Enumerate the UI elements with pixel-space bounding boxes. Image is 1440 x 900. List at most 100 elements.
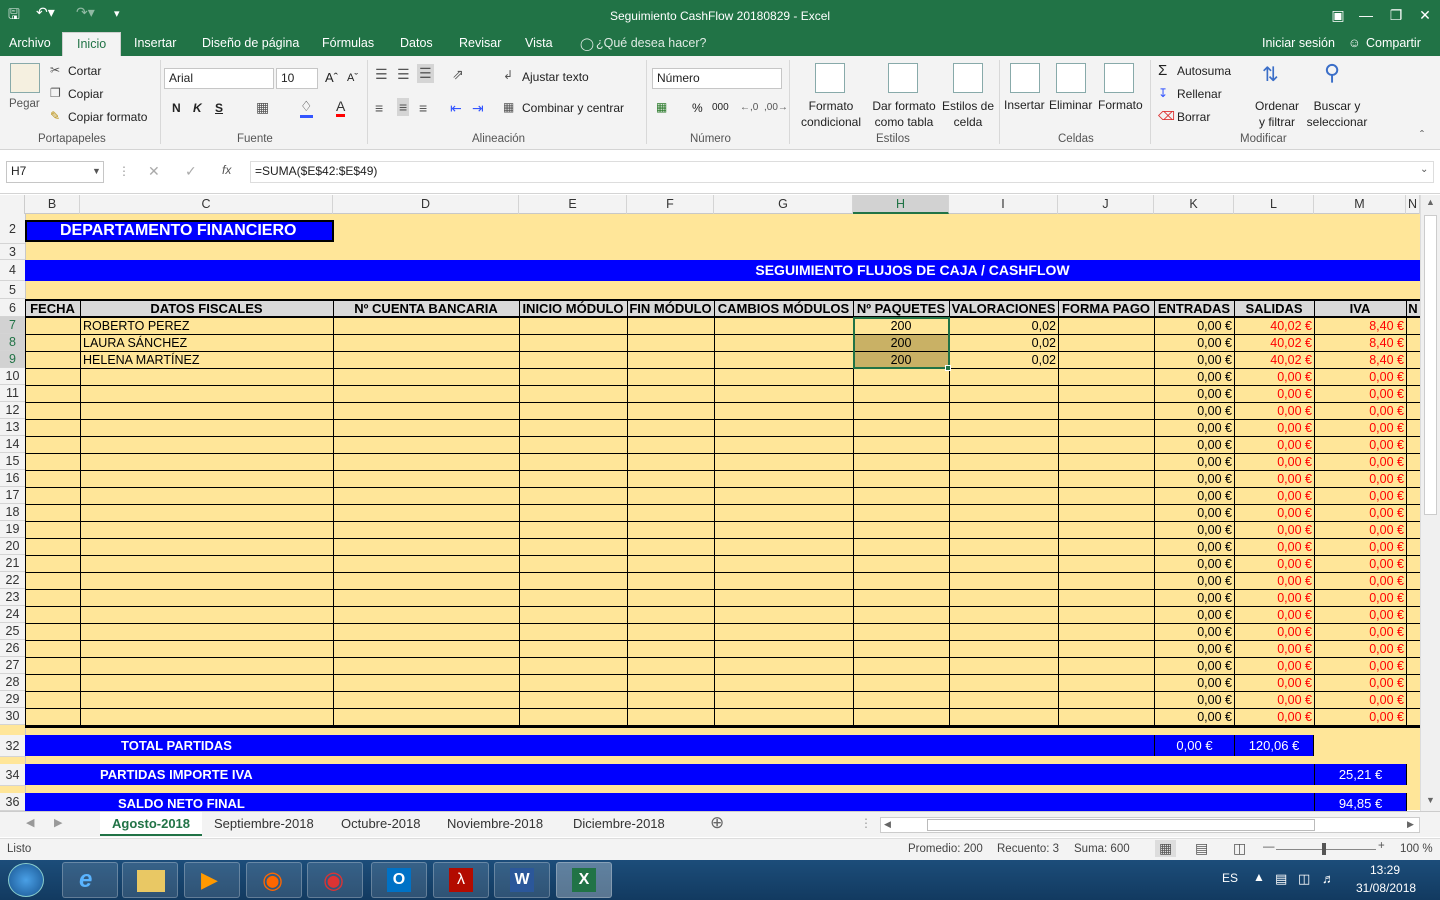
- number-format-select[interactable]: Número: [652, 68, 782, 89]
- cell-styles-button[interactable]: Estilos de celda: [940, 98, 996, 130]
- scroll-left-icon[interactable]: ◀: [884, 819, 891, 830]
- wrap-text-icon[interactable]: ↲: [503, 68, 513, 82]
- wrap-text-button[interactable]: Ajustar texto: [522, 70, 589, 84]
- align-top-icon[interactable]: ☰: [375, 66, 388, 83]
- zoom-out-icon[interactable]: —: [1263, 841, 1275, 853]
- percent-button[interactable]: %: [692, 101, 703, 115]
- action-center-icon[interactable]: ◫: [1298, 871, 1310, 887]
- add-sheet-icon[interactable]: ⊕: [710, 813, 724, 833]
- sheet-tab-noviembre[interactable]: Noviembre-2018: [435, 812, 555, 836]
- format-cells-button[interactable]: Formato: [1098, 98, 1143, 112]
- find-select-button[interactable]: Buscar y seleccionar: [1302, 98, 1372, 130]
- tab-datos[interactable]: Datos: [400, 36, 433, 50]
- tray-expand-icon[interactable]: ▲: [1253, 870, 1265, 884]
- align-left-icon[interactable]: ≡: [375, 100, 383, 116]
- zoom-in-icon[interactable]: +: [1378, 840, 1385, 852]
- scroll-right-icon[interactable]: ▶: [1407, 819, 1414, 830]
- sheet-tab-diciembre[interactable]: Diciembre-2018: [561, 812, 677, 836]
- zoom-slider-thumb[interactable]: [1322, 843, 1326, 855]
- tab-inicio[interactable]: Inicio: [62, 32, 122, 56]
- paste-button[interactable]: Pegar: [9, 98, 40, 110]
- fill-icon[interactable]: ↧: [1158, 86, 1168, 100]
- conditional-format-icon[interactable]: [815, 63, 845, 93]
- merge-icon[interactable]: ▦: [503, 100, 514, 114]
- format-painter-button[interactable]: Copiar formato: [68, 110, 147, 124]
- cell-styles-icon[interactable]: [953, 63, 983, 93]
- chrome-icon[interactable]: ◉: [307, 862, 363, 898]
- next-sheet-icon[interactable]: ▶: [54, 816, 62, 829]
- sort-filter-button[interactable]: Ordenar y filtrar: [1252, 98, 1302, 130]
- network-icon[interactable]: ▤: [1275, 871, 1287, 887]
- minimize-icon[interactable]: —: [1352, 3, 1380, 27]
- tab-vista[interactable]: Vista: [525, 36, 553, 50]
- start-button-icon[interactable]: [8, 863, 44, 897]
- name-box[interactable]: H7: [6, 161, 104, 183]
- share-icon[interactable]: ☺: [1348, 36, 1361, 50]
- format-table-icon[interactable]: [888, 63, 918, 93]
- italic-button[interactable]: K: [193, 101, 202, 115]
- tab-archivo[interactable]: Archivo: [9, 36, 51, 50]
- delete-cells-button[interactable]: Eliminar: [1049, 98, 1092, 112]
- fill-color-icon[interactable]: ♢: [300, 98, 313, 118]
- increase-decimal-icon[interactable]: ←,0: [740, 102, 758, 113]
- prev-sheet-icon[interactable]: ◀: [26, 816, 34, 829]
- tab-insertar[interactable]: Insertar: [134, 36, 176, 50]
- page-break-icon[interactable]: ◫: [1233, 840, 1246, 857]
- collapse-ribbon-icon[interactable]: ˆ: [1420, 128, 1424, 142]
- decrease-indent-icon[interactable]: ⇤: [450, 100, 462, 117]
- scroll-up-icon[interactable]: ▲: [1426, 197, 1435, 207]
- acrobat-icon[interactable]: λ: [433, 862, 489, 898]
- excel-icon[interactable]: X: [556, 862, 612, 898]
- page-layout-icon[interactable]: ▤: [1195, 840, 1208, 857]
- clear-icon[interactable]: ⌫: [1158, 109, 1175, 123]
- conditional-format-button[interactable]: Formato condicional: [794, 98, 868, 130]
- outlook-icon[interactable]: O: [371, 862, 427, 898]
- cancel-icon[interactable]: ✕: [148, 163, 160, 180]
- sheet-tab-octubre[interactable]: Octubre-2018: [329, 812, 433, 836]
- increase-indent-icon[interactable]: ⇥: [472, 100, 484, 117]
- font-size-select[interactable]: 10: [276, 68, 318, 89]
- cut-button[interactable]: Cortar: [68, 64, 101, 78]
- insert-cells-button[interactable]: Insertar: [1004, 98, 1045, 112]
- scroll-down-icon[interactable]: ▼: [1426, 795, 1435, 805]
- sheet-tab-agosto[interactable]: Agosto-2018: [100, 812, 203, 836]
- restore-icon[interactable]: ❐: [1382, 3, 1410, 27]
- grow-font-icon[interactable]: Aˆ: [325, 70, 338, 85]
- signin-link[interactable]: Iniciar sesión: [1262, 36, 1335, 50]
- format-cells-icon[interactable]: [1104, 63, 1134, 93]
- vertical-scroll-thumb[interactable]: [1424, 215, 1437, 515]
- horizontal-scrollbar[interactable]: ◀ ▶: [880, 817, 1420, 833]
- sort-filter-icon[interactable]: ⇅: [1262, 62, 1279, 87]
- tab-diseno[interactable]: Diseño de página: [202, 36, 299, 50]
- tab-split-icon[interactable]: ⋮: [860, 816, 872, 830]
- font-color-icon[interactable]: A: [336, 98, 346, 117]
- taskbar-time[interactable]: 13:29: [1370, 863, 1400, 877]
- ribbon-display-icon[interactable]: ▣: [1324, 3, 1352, 27]
- tell-me-search[interactable]: ¿Qué desea hacer?: [596, 36, 707, 50]
- orientation-icon[interactable]: ⇗: [452, 66, 464, 83]
- find-select-icon[interactable]: ⚲: [1324, 60, 1340, 86]
- language-indicator[interactable]: ES: [1222, 871, 1238, 885]
- align-bottom-icon[interactable]: ☰: [417, 64, 434, 83]
- expand-formula-icon[interactable]: ⌄: [1420, 164, 1428, 175]
- tab-formulas[interactable]: Fórmulas: [322, 36, 374, 50]
- bold-button[interactable]: N: [172, 101, 181, 115]
- autosum-icon[interactable]: Σ: [1158, 62, 1167, 79]
- enter-icon[interactable]: ✓: [185, 163, 197, 180]
- copy-icon[interactable]: ❐: [50, 86, 61, 100]
- vertical-scrollbar[interactable]: ▲ ▼: [1420, 195, 1440, 811]
- taskbar-date[interactable]: 31/08/2018: [1356, 881, 1416, 895]
- merge-center-button[interactable]: Combinar y centrar: [522, 101, 624, 115]
- zoom-slider[interactable]: [1276, 849, 1376, 850]
- insert-cells-icon[interactable]: [1010, 63, 1040, 93]
- horizontal-scroll-thumb[interactable]: [927, 819, 1315, 831]
- delete-cells-icon[interactable]: [1056, 63, 1086, 93]
- spreadsheet-grid[interactable]: [0, 195, 1420, 810]
- normal-view-icon[interactable]: ▦: [1155, 840, 1177, 857]
- font-name-select[interactable]: Arial: [164, 68, 274, 89]
- fill-button[interactable]: Rellenar: [1177, 87, 1222, 101]
- share-button[interactable]: Compartir: [1366, 36, 1421, 50]
- file-explorer-icon[interactable]: [122, 862, 178, 898]
- copy-button[interactable]: Copiar: [68, 87, 103, 101]
- currency-icon[interactable]: ▦: [656, 100, 667, 114]
